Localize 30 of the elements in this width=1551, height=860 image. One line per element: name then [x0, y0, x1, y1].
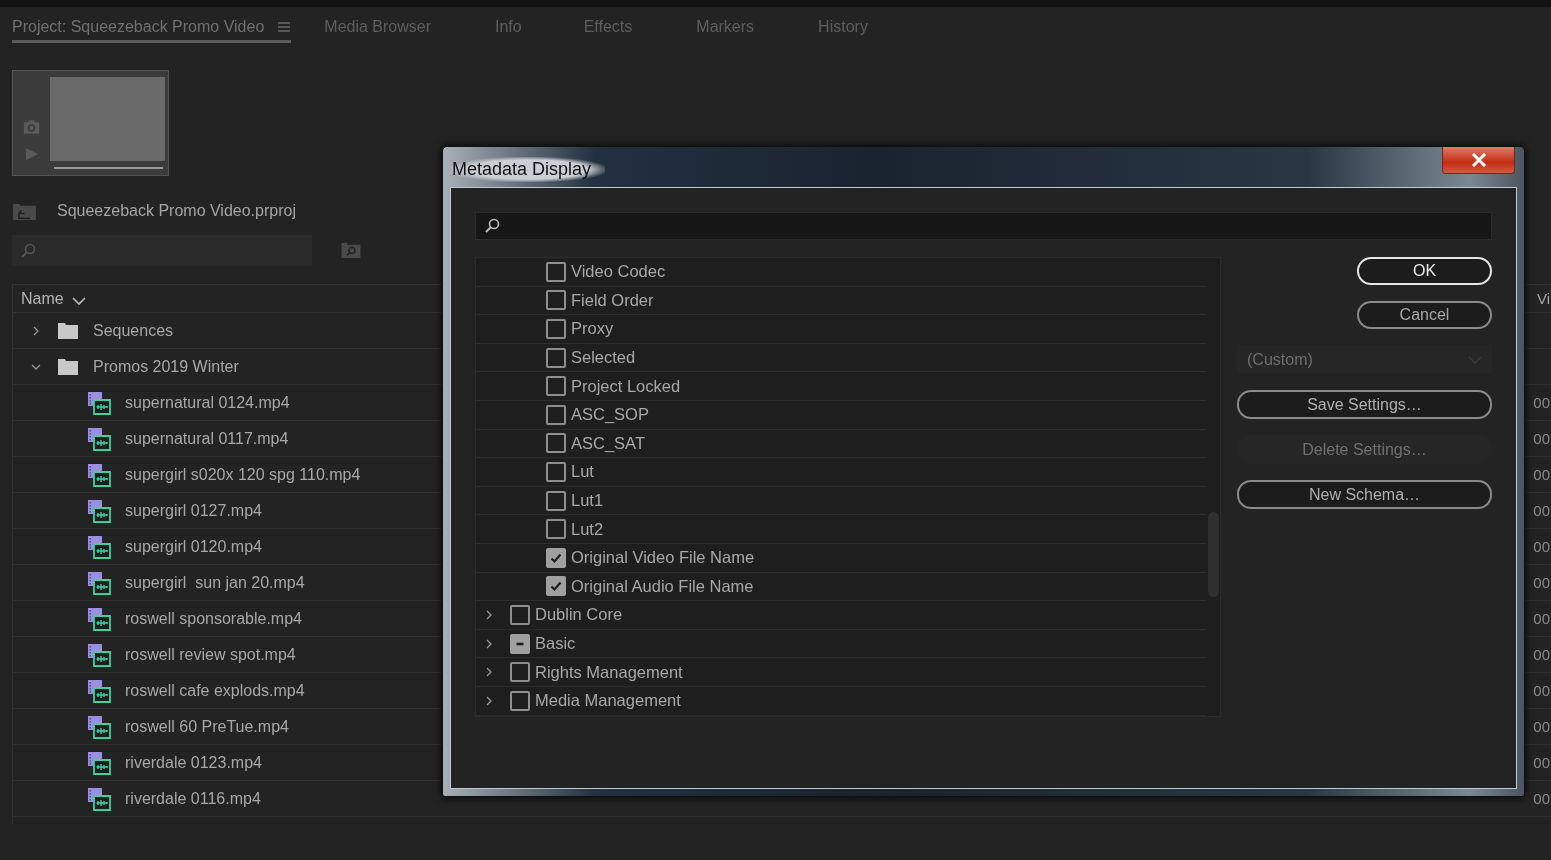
field-label: Video Codec [571, 262, 666, 282]
field-label: Original Audio File Name [571, 576, 754, 596]
field-label: Proxy [571, 319, 614, 339]
table-cell: 00 [1533, 718, 1550, 735]
field-label: Basic [535, 634, 576, 653]
field-label: Lut2 [571, 519, 604, 539]
table-cell: 00 [1533, 754, 1550, 771]
table-cell: 00 [1533, 682, 1550, 699]
table-cell: 00 [1533, 574, 1550, 591]
field-label: ASC_SOP [571, 405, 649, 425]
dialog-title: Metadata Display [450, 157, 606, 182]
table-cell: 00 [1533, 610, 1550, 627]
table-cell: 00 [1533, 646, 1550, 663]
field-label: Field Order [571, 290, 654, 310]
table-cell: 00 [1533, 466, 1550, 483]
field-label: Selected [571, 348, 636, 368]
field-label: Lut1 [571, 491, 604, 511]
project-file-name: Squeezeback Promo Video.prproj [57, 202, 296, 220]
field-label: Original Video File Name [571, 548, 755, 568]
table-cell: 00 [1533, 430, 1550, 447]
table-cell: 00 [1533, 790, 1550, 807]
field-label: ASC_SAT [571, 433, 645, 453]
field-label: Lut [571, 462, 594, 482]
field-label: Rights Management [535, 662, 683, 682]
table-cell: 00 [1533, 502, 1550, 519]
field-label: Dublin Core [535, 605, 623, 625]
table-cell: 00 [1533, 538, 1550, 555]
table-cell: 00 [1533, 394, 1550, 411]
field-label: Media Management [535, 691, 681, 711]
field-label: Project Locked [571, 376, 681, 396]
